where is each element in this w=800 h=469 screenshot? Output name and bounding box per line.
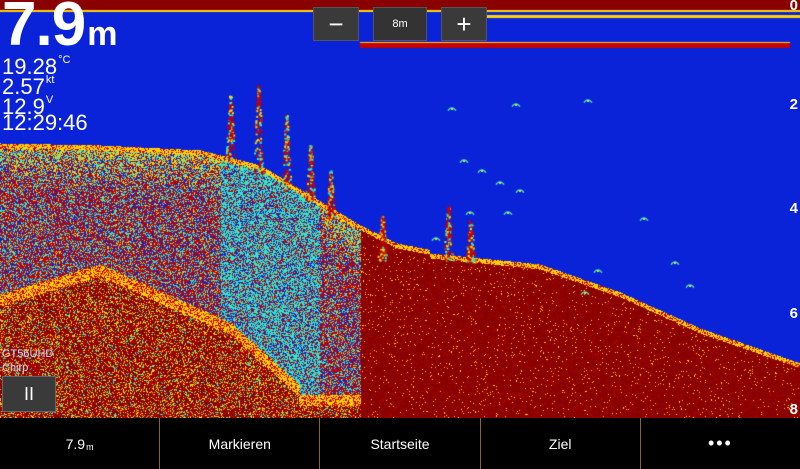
sonar-display[interactable] bbox=[0, 0, 800, 418]
depth-scale-label: 0 bbox=[789, 0, 798, 14]
pause-button[interactable]: II bbox=[2, 376, 56, 412]
depth-unit: m bbox=[87, 15, 117, 53]
plus-icon: + bbox=[456, 8, 472, 39]
depth-scale-label: 2 bbox=[789, 96, 798, 113]
soft-key-depth-unit: m bbox=[86, 441, 94, 452]
mark-label: Markieren bbox=[208, 435, 271, 452]
zoom-in-button[interactable]: + bbox=[441, 7, 487, 41]
depth-value: 7.9 bbox=[2, 0, 86, 59]
depth-soft-key[interactable]: 7.9 m bbox=[0, 418, 161, 469]
minus-icon: − bbox=[328, 8, 344, 39]
target-label: Ziel bbox=[548, 435, 572, 452]
depth-scale-label: 6 bbox=[789, 305, 798, 322]
transducer-name: GT56UHD bbox=[2, 348, 54, 360]
more-icon: ••• bbox=[707, 433, 733, 453]
depth-scale-label: 4 bbox=[789, 200, 798, 217]
more-button[interactable]: ••• bbox=[641, 418, 800, 469]
speed-unit: kt bbox=[45, 74, 55, 86]
clock: 12:29:46 bbox=[2, 112, 88, 134]
pause-icon: II bbox=[23, 383, 34, 404]
depth-readout: 7.9m bbox=[2, 0, 117, 59]
range-label: 8m bbox=[392, 18, 408, 30]
temperature-unit: °C bbox=[58, 54, 71, 66]
transducer-mode: Chirp bbox=[2, 362, 29, 374]
zoom-out-button[interactable]: − bbox=[313, 7, 359, 41]
home-button[interactable]: Startseite bbox=[320, 418, 481, 469]
depth-scale-label: 8 bbox=[789, 401, 798, 418]
voltage-unit: V bbox=[45, 94, 54, 106]
mark-button[interactable]: Markieren bbox=[160, 418, 321, 469]
bottom-bar: 7.9 m Markieren Startseite Ziel ••• bbox=[0, 418, 800, 469]
soft-key-depth-value: 7.9 bbox=[65, 435, 86, 452]
home-label: Startseite bbox=[370, 435, 430, 452]
target-button[interactable]: Ziel bbox=[481, 418, 641, 469]
clock-time: 12:29:46 bbox=[2, 110, 88, 135]
range-button[interactable]: 8m bbox=[373, 7, 427, 41]
